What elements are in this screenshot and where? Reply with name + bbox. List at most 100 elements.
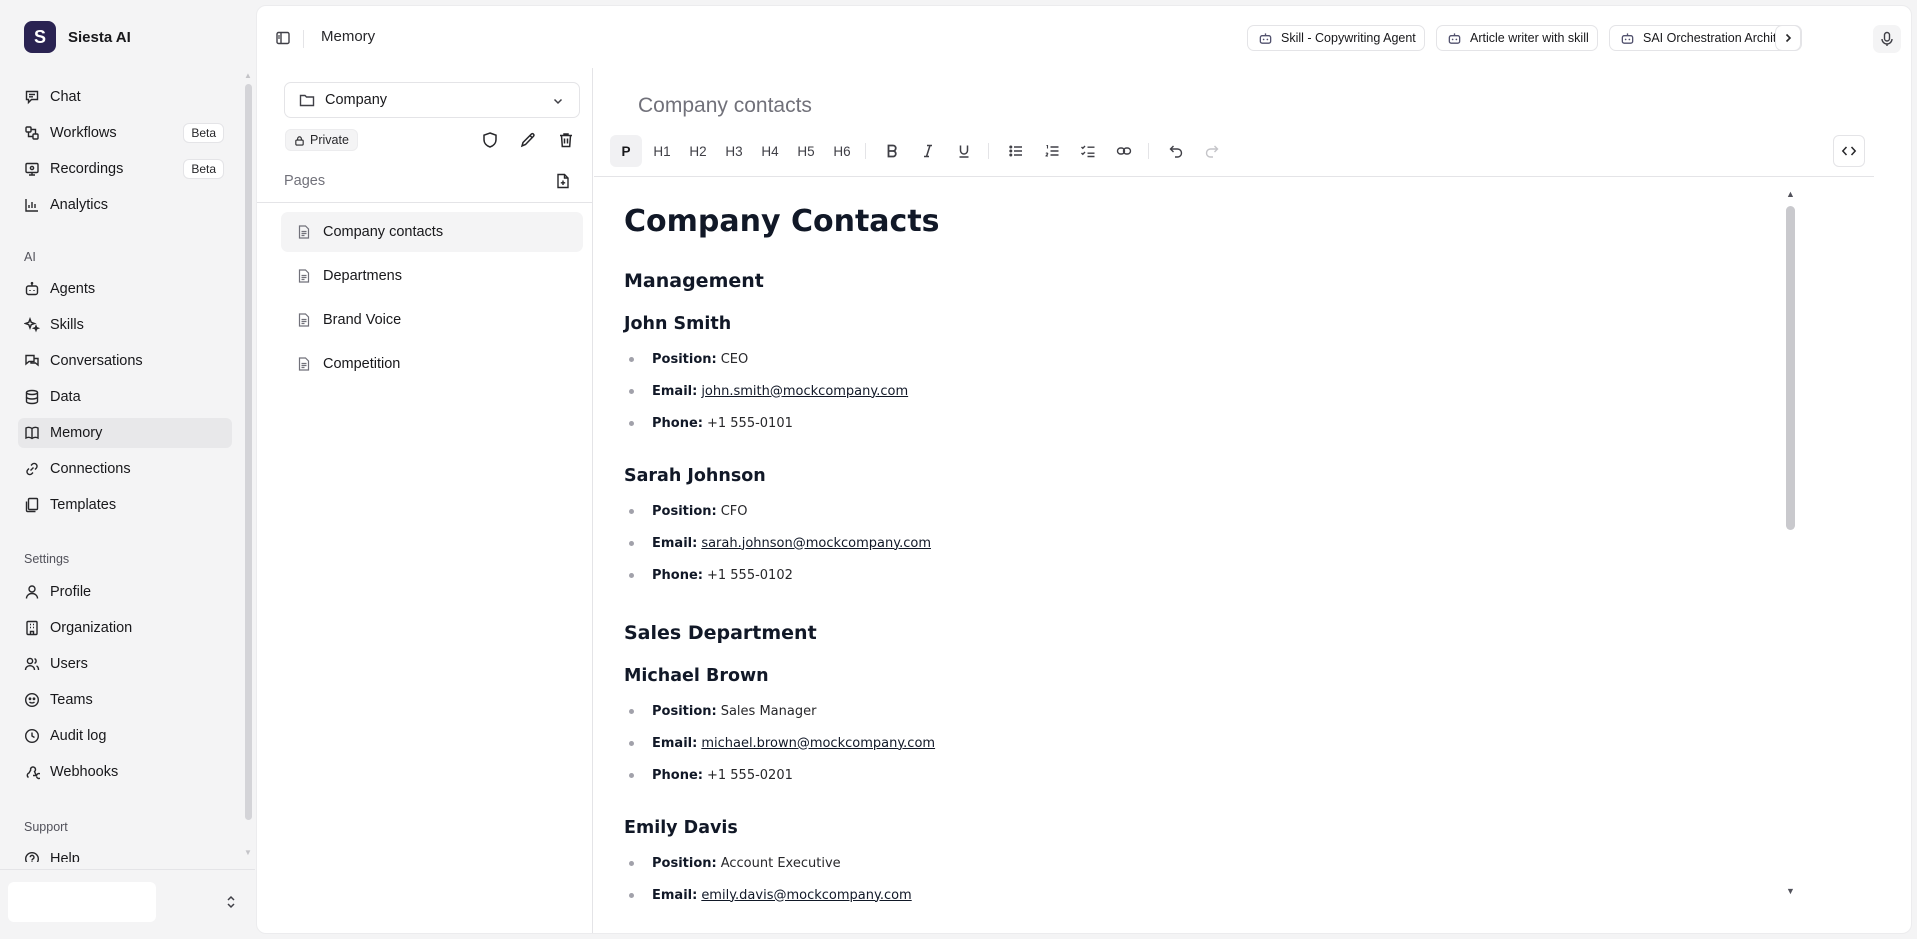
bullet xyxy=(629,572,634,578)
document-content[interactable]: Company Contacts Management John Smith P… xyxy=(594,186,1874,902)
agent-chip[interactable]: Skill - Copywriting Agent xyxy=(1247,25,1425,51)
redo-button[interactable] xyxy=(1196,135,1228,167)
chevron-up-down-icon xyxy=(227,895,235,909)
sidebar-item-recordings[interactable]: Recordings Beta xyxy=(18,154,232,184)
editor-scrollbar[interactable] xyxy=(1786,206,1795,530)
position-value: Sales Manager xyxy=(720,703,817,719)
scroll-up-arrow[interactable]: ▲ xyxy=(243,72,253,80)
folder-select[interactable]: Company xyxy=(284,82,580,118)
list-item: Email: michael.brown@mockcompany.com xyxy=(624,733,935,753)
page-item-brand-voice[interactable]: Brand Voice xyxy=(281,300,583,340)
sidebar-item-organization[interactable]: Organization xyxy=(18,613,232,643)
sidebar-item-webhooks[interactable]: Webhooks xyxy=(18,757,232,787)
page-item-competition[interactable]: Competition xyxy=(281,344,583,384)
field-label: Position: xyxy=(652,351,717,367)
sidebar-item-profile[interactable]: Profile xyxy=(18,577,232,607)
help-icon xyxy=(25,852,39,862)
sidebar-toggle-icon[interactable] xyxy=(275,30,291,46)
list-item: Position: CFO xyxy=(624,501,748,521)
email-link[interactable]: sarah.johnson@mockcompany.com xyxy=(701,536,931,551)
sidebar-item-templates[interactable]: Templates xyxy=(18,490,232,520)
sidebar-item-label: Profile xyxy=(50,584,92,600)
underline-button[interactable] xyxy=(948,135,980,167)
brand[interactable]: S Siesta AI xyxy=(24,21,131,53)
new-page-icon[interactable] xyxy=(555,173,571,189)
page-item-label: Competition xyxy=(323,356,401,372)
chart-icon xyxy=(25,199,38,212)
sidebar-item-label: Connections xyxy=(50,461,131,477)
memory-pages-panel: Company Private Pages Company contacts D… xyxy=(257,68,593,933)
scroll-down-arrow[interactable]: ▼ xyxy=(243,849,253,857)
sidebar-item-agents[interactable]: Agents xyxy=(18,274,232,304)
sidebar-item-audit-log[interactable]: Audit log xyxy=(18,721,232,751)
email-link[interactable]: john.smith@mockcompany.com xyxy=(701,384,908,399)
email-link[interactable]: emily.davis@mockcompany.com xyxy=(701,888,911,903)
field-label: Position: xyxy=(652,855,717,871)
sidebar-item-teams[interactable]: Teams xyxy=(18,685,232,715)
source-code-toggle[interactable] xyxy=(1833,135,1865,167)
sidebar-item-label: Templates xyxy=(50,497,117,513)
heading-6-button[interactable]: H6 xyxy=(826,135,858,167)
sidebar-item-conversations[interactable]: Conversations xyxy=(18,346,232,376)
agents-scroll-right-button[interactable] xyxy=(1775,25,1801,51)
code-icon xyxy=(1841,146,1857,156)
email-link[interactable]: michael.brown@mockcompany.com xyxy=(701,736,935,751)
page-title-input[interactable]: Company contacts xyxy=(638,94,812,118)
bullet-list-button[interactable] xyxy=(1000,135,1032,167)
list-item: Email: sarah.johnson@mockcompany.com xyxy=(624,533,931,553)
trash-icon[interactable] xyxy=(557,131,575,149)
sidebar-item-help[interactable]: Help xyxy=(18,844,232,862)
list-item: Email: emily.davis@mockcompany.com xyxy=(624,885,912,902)
sidebar-item-analytics[interactable]: Analytics xyxy=(18,190,232,220)
pencil-icon[interactable] xyxy=(519,131,537,149)
visibility-badge: Private xyxy=(285,129,358,151)
sidebar-item-workflows[interactable]: Workflows Beta xyxy=(18,118,232,148)
list-item: Phone: +1 555-0201 xyxy=(624,765,793,785)
file-icon xyxy=(298,357,310,371)
sidebar-item-label: Audit log xyxy=(50,728,107,744)
checklist-button[interactable] xyxy=(1072,135,1104,167)
page-item-company-contacts[interactable]: Company contacts xyxy=(281,212,583,252)
editor-scroll-down-arrow[interactable]: ▼ xyxy=(1785,887,1796,896)
sidebar-item-label: Agents xyxy=(50,281,96,297)
account-box[interactable] xyxy=(8,882,156,922)
numbered-list-button[interactable] xyxy=(1036,135,1068,167)
sidebar-item-chat[interactable]: Chat xyxy=(18,82,232,112)
phone-value: +1 555-0101 xyxy=(706,415,793,431)
editor-scroll-up-arrow[interactable]: ▲ xyxy=(1785,190,1796,199)
undo-button[interactable] xyxy=(1160,135,1192,167)
sidebar-item-connections[interactable]: Connections xyxy=(18,454,232,484)
heading-3-button[interactable]: H3 xyxy=(718,135,750,167)
sidebar-item-data[interactable]: Data xyxy=(18,382,232,412)
sidebar-scrollbar[interactable] xyxy=(245,84,252,820)
sidebar-item-memory[interactable]: Memory xyxy=(18,418,232,448)
italic-button[interactable] xyxy=(912,135,944,167)
list-item: Phone: +1 555-0101 xyxy=(624,413,793,433)
bold-button[interactable] xyxy=(876,135,908,167)
link-icon xyxy=(26,462,38,476)
link-button[interactable] xyxy=(1108,135,1140,167)
heading-4-button[interactable]: H4 xyxy=(754,135,786,167)
heading-5-button[interactable]: H5 xyxy=(790,135,822,167)
paragraph-button[interactable]: P xyxy=(610,135,642,167)
list-item: Position: Sales Manager xyxy=(624,701,816,721)
shield-icon[interactable] xyxy=(481,131,499,149)
users-icon xyxy=(24,657,40,671)
heading-2-button[interactable]: H2 xyxy=(682,135,714,167)
agent-chip[interactable]: SAI Orchestration Architect xyxy=(1609,25,1803,51)
account-switcher[interactable] xyxy=(0,869,255,939)
agent-chip[interactable]: Article writer with skill xyxy=(1436,25,1598,51)
microphone-button[interactable] xyxy=(1873,25,1901,53)
sidebar-item-label: Help xyxy=(50,851,80,862)
list-item: Phone: +1 555-0102 xyxy=(624,565,793,585)
page-item-departmens[interactable]: Departmens xyxy=(281,256,583,296)
editor-toolbar: P H1 H2 H3 H4 H5 H6 xyxy=(594,135,1874,177)
bullet xyxy=(629,356,634,362)
phone-value: +1 555-0102 xyxy=(706,567,793,583)
sidebar-item-users[interactable]: Users xyxy=(18,649,232,679)
sidebar-item-skills[interactable]: Skills xyxy=(18,310,232,340)
field-label: Email: xyxy=(652,887,698,903)
visibility-label: Private xyxy=(310,133,349,147)
heading-1-button[interactable]: H1 xyxy=(646,135,678,167)
sidebar-item-label: Analytics xyxy=(50,197,109,213)
